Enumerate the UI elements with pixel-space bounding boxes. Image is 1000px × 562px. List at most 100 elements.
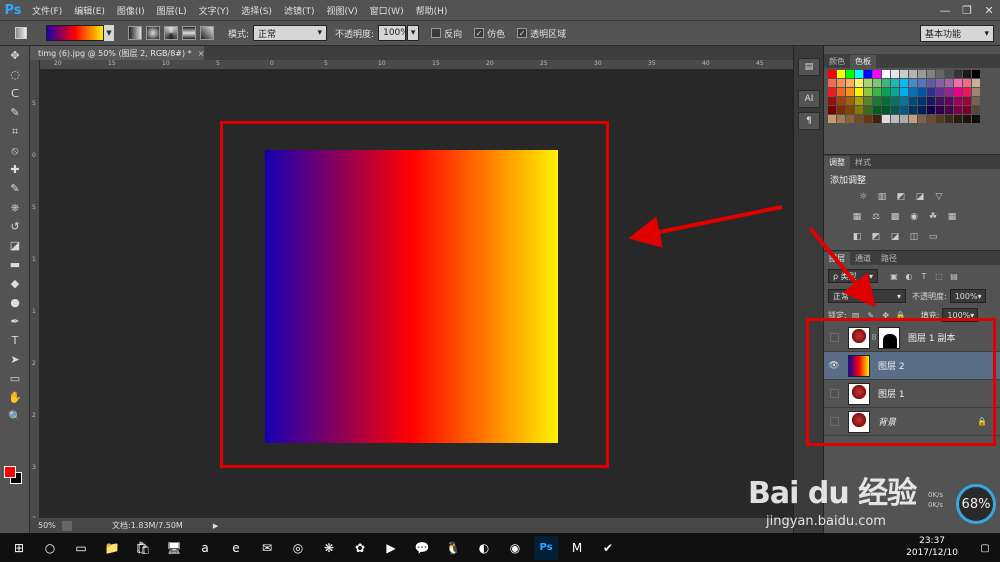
type-filter-icon[interactable]: T [918,270,930,282]
color-swatch[interactable] [882,97,890,105]
adjustment-filter-icon[interactable]: ◐ [903,270,915,282]
adjustment-1-3-icon[interactable]: ◩ [894,191,908,203]
color-swatch[interactable] [828,115,836,123]
color-swatch[interactable] [828,79,836,87]
taskbar-app-13-icon[interactable]: 💬 [410,536,434,560]
adjustment-3-5-icon[interactable]: ▭ [926,231,940,243]
menu-select[interactable]: 选择(S) [235,4,278,17]
color-swatch[interactable] [945,88,953,96]
color-swatch[interactable] [855,70,863,78]
tab-styles[interactable]: 样式 [850,156,876,169]
color-swatch[interactable] [873,70,881,78]
taskbar-app-18-icon[interactable]: M [565,536,589,560]
adjustment-1-5-icon[interactable]: ▽ [932,191,946,203]
color-swatch[interactable] [900,115,908,123]
color-swatch[interactable] [972,106,980,114]
color-swatch[interactable] [900,106,908,114]
color-swatch[interactable] [909,70,917,78]
tab-layers[interactable]: 图层 [824,252,850,265]
reflected-gradient-button[interactable] [182,26,196,40]
taskbar-app-6-icon[interactable]: a [193,536,217,560]
color-swatch[interactable] [945,97,953,105]
layer-filter-select[interactable]: ρ 类型 ▾ [828,269,878,283]
taskbar-app-7-icon[interactable]: e [224,536,248,560]
color-swatch[interactable] [936,88,944,96]
radial-gradient-button[interactable] [146,26,160,40]
close-tab-icon[interactable]: × [198,49,205,58]
adjustment-2-3-icon[interactable]: ▩ [888,211,902,223]
menu-file[interactable]: 文件(F) [26,4,68,17]
color-swatch[interactable] [936,115,944,123]
gradient-dropdown-icon[interactable]: ▼ [104,25,114,41]
menu-help[interactable]: 帮助(H) [410,4,454,17]
taskbar-app-14-icon[interactable]: 🐧 [441,536,465,560]
color-swatch[interactable] [882,79,890,87]
color-swatch[interactable] [963,106,971,114]
color-swatch[interactable] [954,97,962,105]
color-swatch[interactable] [918,79,926,87]
adjustment-2-2-icon[interactable]: ⚖ [869,211,883,223]
healing-tool-icon[interactable]: ✚ [0,160,30,179]
color-swatch[interactable] [918,97,926,105]
color-swatch[interactable] [909,79,917,87]
color-swatch[interactable] [945,115,953,123]
color-swatch[interactable] [927,70,935,78]
color-swatch[interactable] [837,70,845,78]
canvas-area[interactable] [41,71,793,518]
dodge-tool-icon[interactable]: ● [0,293,30,312]
color-swatch[interactable] [900,97,908,105]
menu-filter[interactable]: 滤镜(T) [278,4,321,17]
menu-layer[interactable]: 图层(L) [151,4,193,17]
photoshop-logo-icon[interactable]: Ps [0,0,26,20]
smart-object-filter-icon[interactable]: ▤ [948,270,960,282]
tool-preset-picker[interactable] [8,23,34,43]
color-swatch[interactable] [936,97,944,105]
adjustment-1-1-icon[interactable]: ☼ [856,191,870,203]
color-swatch[interactable] [855,106,863,114]
zoom-tool-icon[interactable]: 🔍 [0,407,30,426]
brush-tool-icon[interactable]: ✎ [0,179,30,198]
adjustment-1-4-icon[interactable]: ◪ [913,191,927,203]
move-tool-icon[interactable]: ✥ [0,46,30,65]
color-swatch[interactable] [837,79,845,87]
opacity-dropdown-icon[interactable]: ▾ [407,25,420,41]
color-swatch[interactable] [855,88,863,96]
angle-gradient-button[interactable] [164,26,178,40]
menu-type[interactable]: 文字(Y) [193,4,236,17]
color-swatch[interactable] [936,106,944,114]
history-brush-tool-icon[interactable]: ↺ [0,217,30,236]
adjustment-3-1-icon[interactable]: ◧ [850,231,864,243]
color-swatch[interactable] [972,97,980,105]
color-swatch[interactable] [927,115,935,123]
color-swatch[interactable] [963,97,971,105]
zoom-level[interactable]: 50% [38,521,62,530]
color-swatch[interactable] [873,88,881,96]
gradient-tool-icon[interactable]: ▬ [0,255,30,274]
color-swatch[interactable] [927,79,935,87]
color-swatch[interactable] [954,106,962,114]
color-swatch[interactable] [846,106,854,114]
shape-filter-icon[interactable]: ⬚ [933,270,945,282]
document-tab[interactable]: timg (6).jpg @ 50% (图层 2, RGB/8#) * × [30,46,204,60]
color-swatch[interactable] [846,79,854,87]
adjustment-3-3-icon[interactable]: ◪ [888,231,902,243]
history-panel-icon[interactable]: ▤ [798,58,820,76]
eraser-tool-icon[interactable]: ◪ [0,236,30,255]
taskbar-app-0-icon[interactable]: ⊞ [7,536,31,560]
stamp-tool-icon[interactable]: ⎈ [0,198,30,217]
maximize-button[interactable]: ❐ [956,0,978,20]
color-swatch[interactable] [855,79,863,87]
taskbar-app-16-icon[interactable]: ◉ [503,536,527,560]
color-swatch[interactable] [909,88,917,96]
opacity-input[interactable]: 100% [378,25,409,41]
color-swatch[interactable] [828,106,836,114]
status-menu-icon[interactable] [62,520,72,531]
color-swatch[interactable] [963,115,971,123]
color-swatch[interactable] [864,115,872,123]
color-swatch[interactable] [891,97,899,105]
marquee-tool-icon[interactable]: ◌ [0,65,30,84]
linear-gradient-button[interactable] [128,26,142,40]
color-swatch[interactable] [864,97,872,105]
taskbar-app-8-icon[interactable]: ✉ [255,536,279,560]
color-swatch[interactable] [927,88,935,96]
